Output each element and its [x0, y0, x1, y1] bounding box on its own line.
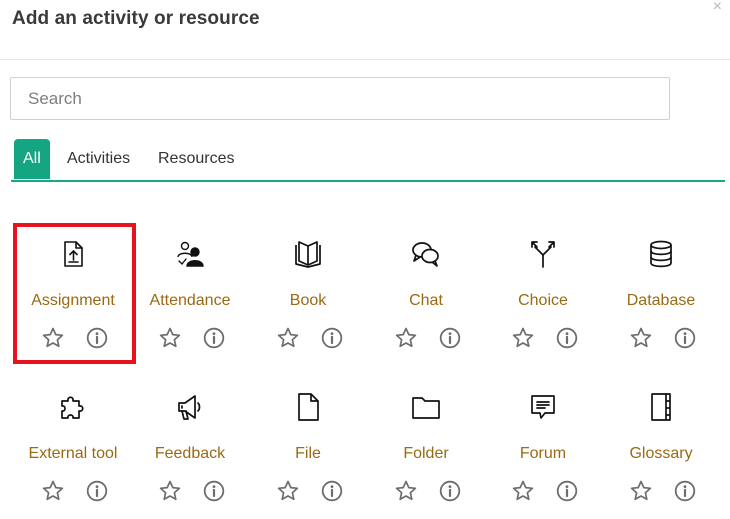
forum-icon	[484, 389, 602, 425]
item-actions	[131, 326, 249, 350]
star-icon[interactable]	[41, 479, 65, 503]
tab-all[interactable]: All	[14, 139, 50, 179]
choice-icon	[484, 236, 602, 272]
category-tabs: All Activities Resources	[11, 139, 725, 182]
search-input[interactable]	[10, 77, 670, 120]
star-icon[interactable]	[511, 479, 535, 503]
file-icon	[249, 389, 367, 425]
star-icon[interactable]	[629, 479, 653, 503]
close-icon[interactable]: ×	[713, 0, 722, 15]
activity-item-folder[interactable]: Folder	[367, 375, 485, 519]
star-icon[interactable]	[276, 326, 300, 350]
info-icon[interactable]	[85, 479, 109, 503]
star-icon[interactable]	[394, 326, 418, 350]
star-icon[interactable]	[158, 326, 182, 350]
info-icon[interactable]	[320, 326, 344, 350]
activity-label: Feedback	[154, 445, 226, 462]
activity-chooser-dialog: Add an activity or resource × All Activi…	[0, 0, 730, 519]
star-icon[interactable]	[41, 326, 65, 350]
activity-label: Database	[626, 292, 696, 309]
item-actions	[602, 479, 720, 503]
activity-item-forum[interactable]: Forum	[484, 375, 602, 519]
activity-label: Chat	[409, 292, 443, 309]
item-actions	[484, 326, 602, 350]
dialog-header: Add an activity or resource ×	[0, 0, 730, 60]
star-icon[interactable]	[158, 479, 182, 503]
tab-resources[interactable]: Resources	[158, 139, 234, 179]
activity-item-choice[interactable]: Choice	[484, 222, 602, 367]
activity-item-file[interactable]: File	[249, 375, 367, 519]
item-actions	[484, 479, 602, 503]
puzzle-icon	[14, 389, 132, 425]
activity-item-feedback[interactable]: Feedback	[131, 375, 249, 519]
database-icon	[602, 236, 720, 272]
info-icon[interactable]	[673, 326, 697, 350]
chat-icon	[367, 236, 485, 272]
dialog-title: Add an activity or resource	[12, 8, 260, 29]
activity-label: External tool	[28, 445, 118, 462]
activity-item-attendance[interactable]: Attendance	[131, 222, 249, 367]
folder-icon	[367, 389, 485, 425]
activity-item-external-tool[interactable]: External tool	[14, 375, 132, 519]
activity-label: Book	[289, 292, 327, 309]
info-icon[interactable]	[85, 326, 109, 350]
megaphone-icon	[131, 389, 249, 425]
activity-item-book[interactable]: Book	[249, 222, 367, 367]
activity-label: Folder	[403, 445, 449, 462]
info-icon[interactable]	[555, 479, 579, 503]
item-actions	[249, 479, 367, 503]
item-actions	[367, 326, 485, 350]
activity-label: Glossary	[629, 445, 693, 462]
info-icon[interactable]	[202, 326, 226, 350]
item-actions	[14, 479, 132, 503]
item-actions	[367, 479, 485, 503]
activity-item-assignment[interactable]: Assignment	[14, 222, 132, 367]
info-icon[interactable]	[320, 479, 344, 503]
activity-item-database[interactable]: Database	[602, 222, 720, 367]
star-icon[interactable]	[394, 479, 418, 503]
info-icon[interactable]	[438, 479, 462, 503]
activity-item-chat[interactable]: Chat	[367, 222, 485, 367]
item-actions	[14, 326, 132, 350]
star-icon[interactable]	[511, 326, 535, 350]
glossary-icon	[602, 389, 720, 425]
tab-activities[interactable]: Activities	[67, 139, 130, 179]
activity-label: Choice	[518, 292, 568, 309]
info-icon[interactable]	[202, 479, 226, 503]
book-icon	[249, 236, 367, 272]
info-icon[interactable]	[673, 479, 697, 503]
info-icon[interactable]	[555, 326, 579, 350]
item-actions	[249, 326, 367, 350]
activity-label: Forum	[519, 445, 567, 462]
item-actions	[602, 326, 720, 350]
info-icon[interactable]	[438, 326, 462, 350]
activity-label: Assignment	[31, 292, 115, 309]
star-icon[interactable]	[276, 479, 300, 503]
item-actions	[131, 479, 249, 503]
star-icon[interactable]	[629, 326, 653, 350]
activity-item-glossary[interactable]: Glossary	[602, 375, 720, 519]
activity-label: Attendance	[149, 292, 231, 309]
assignment-icon	[14, 236, 132, 272]
attendance-icon	[131, 236, 249, 272]
activity-label: File	[295, 445, 321, 462]
